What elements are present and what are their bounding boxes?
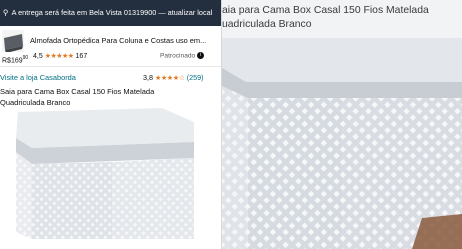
product-review-count[interactable]: (259) (187, 73, 204, 82)
ad-price-cents: 90 (22, 55, 29, 61)
store-link[interactable]: Visite a loja Casaborda (0, 73, 76, 82)
ad-price-whole: 169 (10, 57, 23, 65)
ad-star-rating-icon: ★★★★★ (44, 53, 74, 60)
ad-review-count: 167 (75, 53, 88, 60)
product-star-rating-icon: ★★★★☆ (155, 73, 185, 82)
info-icon[interactable]: i (197, 52, 205, 59)
zoomed-product-view: aia para Cama Box Casal 150 Fios Matelad… (222, 0, 462, 249)
location-pin-icon: ⚲ (2, 8, 9, 17)
product-title: Saia para Cama Box Casal 150 Fios Matela… (0, 86, 200, 108)
ad-rating[interactable]: 4,5 ★★★★★ 167 (33, 52, 87, 60)
product-rating[interactable]: 3,8 ★★★★☆ (259) (143, 73, 204, 82)
sponsored-text: Patrocinado (160, 52, 196, 60)
ad-rating-value: 4,5 (33, 53, 43, 60)
product-title-line2: Quadriculada Branco (0, 98, 71, 107)
ad-product-title[interactable]: Almofada Ortopédica Para Coluna e Costas… (30, 36, 220, 45)
zoomed-title-line2: uadriculada Branco (222, 19, 312, 30)
zoomed-title-line1: aia para Cama Box Casal 150 Fios Matelad… (222, 5, 429, 16)
product-listing-panel: ⚲ A entrega será feita em Bela Vista 013… (0, 0, 222, 249)
sponsored-ad-card[interactable]: Almofada Ortopédica Para Coluna e Costas… (0, 28, 222, 67)
delivery-location-bar[interactable]: ⚲ A entrega será feita em Bela Vista 013… (0, 0, 222, 26)
delivery-location-text: A entrega será feita em Bela Vista 01319… (11, 8, 213, 17)
zoomed-product-title: aia para Cama Box Casal 150 Fios Matelad… (222, 4, 458, 32)
product-title-line1: Saia para Cama Box Casal 150 Fios Matela… (0, 87, 155, 96)
product-rating-value: 3,8 (143, 73, 153, 82)
ad-price: R$16990 (0, 52, 28, 64)
sponsored-label[interactable]: Patrocinado i (160, 52, 205, 60)
bed-skirt-zoomed-image[interactable] (222, 38, 462, 249)
bed-skirt-product-image[interactable] (12, 108, 196, 239)
